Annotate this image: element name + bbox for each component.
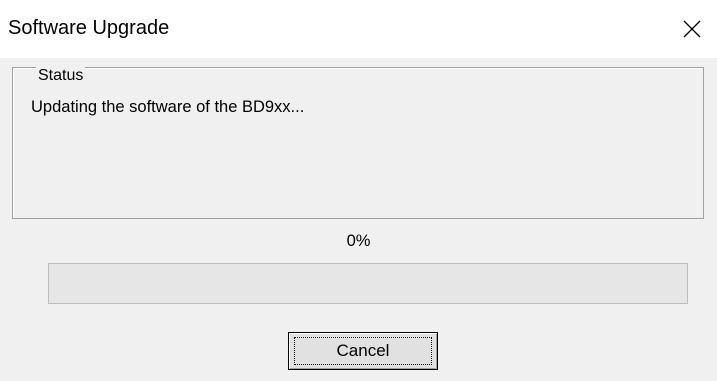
- title-bar: Software Upgrade: [0, 0, 717, 58]
- close-icon: [683, 20, 701, 38]
- progress-percent: 0%: [346, 232, 371, 250]
- dialog-body: Status Updating the software of the BD9x…: [0, 58, 717, 381]
- cancel-button-label: Cancel: [336, 341, 390, 360]
- progress-bar: [48, 263, 688, 304]
- status-groupbox: Status Updating the software of the BD9x…: [12, 67, 704, 219]
- window-title: Software Upgrade: [8, 17, 170, 39]
- status-group-label: Status: [36, 67, 86, 85]
- cancel-button[interactable]: Cancel: [288, 332, 438, 370]
- close-button[interactable]: [667, 0, 717, 58]
- status-message: Updating the software of the BD9xx...: [31, 98, 305, 116]
